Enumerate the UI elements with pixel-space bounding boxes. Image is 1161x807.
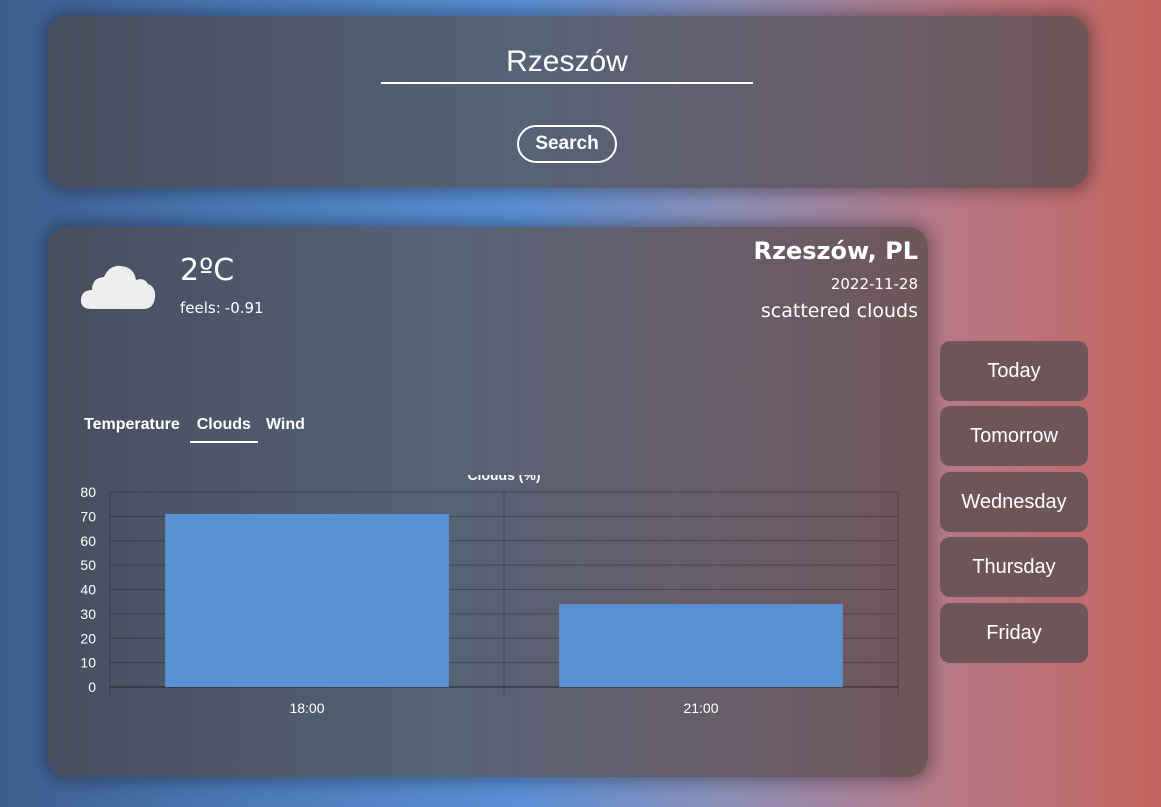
feels-label: feels:	[180, 299, 221, 317]
feels-value: -0.91	[224, 299, 264, 317]
weather-panel: 2ºC feels: -0.91 Rzeszów, PL 2022-11-28 s…	[48, 227, 928, 777]
tab-temperature[interactable]: Temperature	[82, 413, 184, 443]
bar-2100	[559, 604, 843, 687]
y-tick-label: 10	[80, 655, 96, 671]
tab-clouds[interactable]: Clouds	[189, 413, 258, 443]
forecast-date: 2022-11-28	[830, 275, 918, 293]
city-name: Rzeszów, PL	[753, 237, 918, 265]
chart-title: Clouds (%)	[467, 475, 540, 483]
search-button[interactable]: Search	[517, 125, 617, 163]
y-tick-label: 20	[80, 630, 96, 646]
y-tick-label: 40	[80, 582, 96, 598]
tab-wind[interactable]: Wind	[264, 413, 309, 443]
y-tick-label: 50	[80, 557, 96, 573]
feels-like: feels: -0.91	[180, 299, 264, 317]
day-button-thursday[interactable]: Thursday	[940, 537, 1088, 597]
y-tick-label: 80	[80, 484, 96, 500]
day-button-today[interactable]: Today	[940, 341, 1088, 401]
x-tick-label: 21:00	[683, 700, 718, 716]
chart-tabs: Temperature Clouds Wind	[82, 413, 315, 443]
cloud-icon	[80, 265, 156, 309]
x-tick-label: 18:00	[289, 700, 324, 716]
y-tick-label: 0	[88, 679, 96, 695]
y-tick-label: 30	[80, 606, 96, 622]
city-search-input[interactable]	[381, 42, 753, 84]
weather-description: scattered clouds	[760, 300, 918, 322]
y-tick-label: 70	[80, 508, 96, 524]
clouds-chart: Clouds (%) 0 10 20 30 40 50 60 70 80 18:00 21:00	[80, 475, 899, 716]
current-temperature: 2ºC	[180, 253, 235, 288]
y-tick-label: 60	[80, 533, 96, 549]
day-button-friday[interactable]: Friday	[940, 603, 1088, 663]
bar-1800	[165, 513, 449, 687]
day-button-wednesday[interactable]: Wednesday	[940, 472, 1088, 532]
day-button-tomorrow[interactable]: Tomorrow	[940, 406, 1088, 466]
search-panel: Search	[48, 16, 1088, 188]
